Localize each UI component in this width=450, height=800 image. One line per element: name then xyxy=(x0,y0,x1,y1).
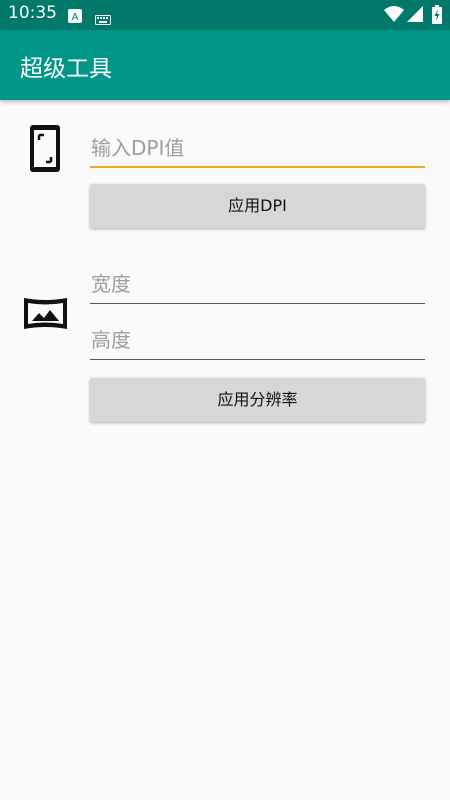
width-input[interactable] xyxy=(90,264,425,304)
dpi-field xyxy=(90,128,425,168)
height-field xyxy=(90,320,425,360)
height-input[interactable] xyxy=(90,320,425,360)
status-bar: 10:35 A xyxy=(0,0,450,30)
wifi-icon xyxy=(384,6,404,26)
phone-screen-icon xyxy=(30,125,60,176)
app-bar: 超级工具 xyxy=(0,30,450,100)
svg-text:A: A xyxy=(72,12,79,23)
dpi-input[interactable] xyxy=(90,128,425,168)
apply-dpi-button[interactable]: 应用DPI xyxy=(90,184,425,228)
keyboard-a-icon: A xyxy=(68,8,82,27)
status-time: 10:35 xyxy=(8,3,57,23)
apply-resolution-button[interactable]: 应用分辨率 xyxy=(90,378,425,422)
panorama-icon xyxy=(24,297,67,334)
width-input-underline xyxy=(90,303,425,304)
height-input-underline xyxy=(90,359,425,360)
width-field xyxy=(90,264,425,304)
dpi-input-underline xyxy=(90,166,425,168)
app-title: 超级工具 xyxy=(20,56,112,82)
battery-charging-icon xyxy=(432,5,442,28)
keyboard-icon xyxy=(95,10,111,29)
signal-icon xyxy=(407,6,423,26)
